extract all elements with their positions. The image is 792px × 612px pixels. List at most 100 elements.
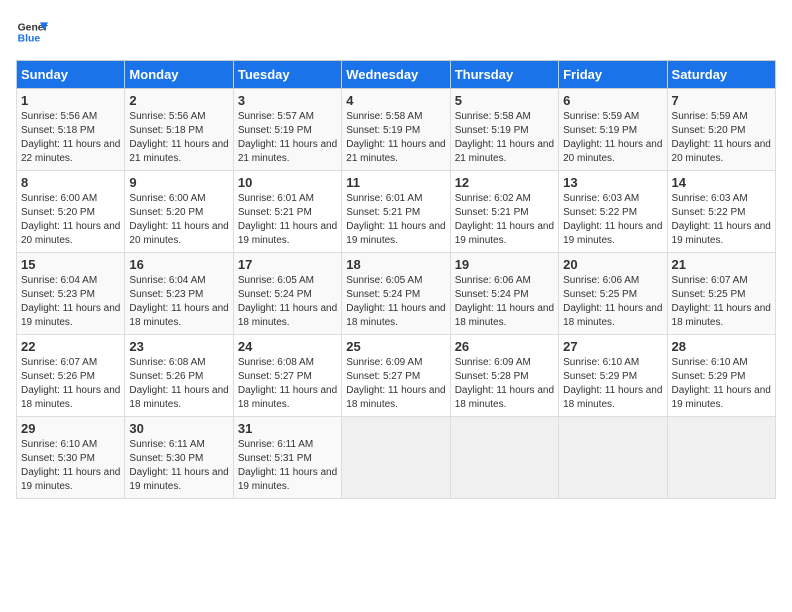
weekday-header-saturday: Saturday: [667, 61, 775, 89]
day-number: 5: [455, 93, 554, 108]
day-number: 16: [129, 257, 228, 272]
day-info: Sunrise: 5:59 AMSunset: 5:20 PMDaylight:…: [672, 110, 771, 166]
day-info: Sunrise: 6:01 AMSunset: 5:21 PMDaylight:…: [238, 192, 337, 248]
calendar-cell: 11 Sunrise: 6:01 AMSunset: 5:21 PMDayligh…: [342, 171, 450, 253]
header: General Blue: [16, 16, 776, 48]
day-number: 7: [672, 93, 771, 108]
calendar-cell: 4 Sunrise: 5:58 AMSunset: 5:19 PMDaylight…: [342, 89, 450, 171]
day-number: 12: [455, 175, 554, 190]
weekday-header-friday: Friday: [559, 61, 667, 89]
day-number: 29: [21, 421, 120, 436]
calendar-week-1: 1 Sunrise: 5:56 AMSunset: 5:18 PMDaylight…: [17, 89, 776, 171]
calendar-cell: 23Sunrise: 6:08 AMSunset: 5:26 PMDayligh…: [125, 335, 233, 417]
calendar-cell: [667, 417, 775, 499]
day-number: 11: [346, 175, 445, 190]
day-info: Sunrise: 6:10 AMSunset: 5:29 PMDaylight:…: [563, 356, 662, 412]
day-info: Sunrise: 6:06 AMSunset: 5:25 PMDaylight:…: [563, 274, 662, 330]
calendar-cell: 3Sunrise: 5:57 AMSunset: 5:19 PMDaylight…: [233, 89, 341, 171]
day-number: 4: [346, 93, 445, 108]
day-number: 21: [672, 257, 771, 272]
weekday-header-thursday: Thursday: [450, 61, 558, 89]
calendar-cell: 30 Sunrise: 6:11 AMSunset: 5:30 PMDayligh…: [125, 417, 233, 499]
calendar-cell: 2 Sunrise: 5:56 AMSunset: 5:18 PMDaylight…: [125, 89, 233, 171]
calendar-week-4: 22 Sunrise: 6:07 AMSunset: 5:26 PMDayligh…: [17, 335, 776, 417]
calendar-cell: [342, 417, 450, 499]
day-number: 25: [346, 339, 445, 354]
day-number: 8: [21, 175, 120, 190]
weekday-header-tuesday: Tuesday: [233, 61, 341, 89]
day-info: Sunrise: 5:58 AMSunset: 5:19 PMDaylight:…: [455, 110, 554, 166]
calendar-cell: 20 Sunrise: 6:06 AMSunset: 5:25 PMDayligh…: [559, 253, 667, 335]
calendar-cell: 31Sunrise: 6:11 AMSunset: 5:31 PMDayligh…: [233, 417, 341, 499]
calendar-cell: 8Sunrise: 6:00 AMSunset: 5:20 PMDaylight…: [17, 171, 125, 253]
day-number: 9: [129, 175, 228, 190]
weekday-header-monday: Monday: [125, 61, 233, 89]
day-number: 26: [455, 339, 554, 354]
day-info: Sunrise: 6:04 AMSunset: 5:23 PMDaylight:…: [129, 274, 228, 330]
day-number: 14: [672, 175, 771, 190]
calendar-cell: [559, 417, 667, 499]
day-info: Sunrise: 6:09 AMSunset: 5:28 PMDaylight:…: [455, 356, 554, 412]
calendar-cell: 1 Sunrise: 5:56 AMSunset: 5:18 PMDaylight…: [17, 89, 125, 171]
calendar-cell: 21 Sunrise: 6:07 AMSunset: 5:25 PMDayligh…: [667, 253, 775, 335]
day-info: Sunrise: 6:05 AMSunset: 5:24 PMDaylight:…: [238, 274, 337, 330]
day-number: 13: [563, 175, 662, 190]
day-number: 15: [21, 257, 120, 272]
day-number: 18: [346, 257, 445, 272]
calendar-cell: 9 Sunrise: 6:00 AMSunset: 5:20 PMDaylight…: [125, 171, 233, 253]
day-info: Sunrise: 6:01 AMSunset: 5:21 PMDaylight:…: [346, 192, 445, 248]
day-info: Sunrise: 6:08 AMSunset: 5:27 PMDaylight:…: [238, 356, 337, 412]
day-number: 1: [21, 93, 120, 108]
day-number: 19: [455, 257, 554, 272]
calendar-cell: 25 Sunrise: 6:09 AMSunset: 5:27 PMDayligh…: [342, 335, 450, 417]
day-info: Sunrise: 6:00 AMSunset: 5:20 PMDaylight:…: [129, 192, 228, 248]
calendar-week-5: 29Sunrise: 6:10 AMSunset: 5:30 PMDayligh…: [17, 417, 776, 499]
day-info: Sunrise: 6:02 AMSunset: 5:21 PMDaylight:…: [455, 192, 554, 248]
day-number: 22: [21, 339, 120, 354]
day-info: Sunrise: 6:11 AMSunset: 5:30 PMDaylight:…: [129, 438, 228, 494]
day-info: Sunrise: 5:56 AMSunset: 5:18 PMDaylight:…: [129, 110, 228, 166]
calendar-cell: 7 Sunrise: 5:59 AMSunset: 5:20 PMDaylight…: [667, 89, 775, 171]
day-info: Sunrise: 6:03 AMSunset: 5:22 PMDaylight:…: [672, 192, 771, 248]
day-info: Sunrise: 5:57 AMSunset: 5:19 PMDaylight:…: [238, 110, 337, 166]
day-info: Sunrise: 6:04 AMSunset: 5:23 PMDaylight:…: [21, 274, 120, 330]
day-info: Sunrise: 5:59 AMSunset: 5:19 PMDaylight:…: [563, 110, 662, 166]
calendar-cell: 10 Sunrise: 6:01 AMSunset: 5:21 PMDayligh…: [233, 171, 341, 253]
calendar-cell: 27 Sunrise: 6:10 AMSunset: 5:29 PMDayligh…: [559, 335, 667, 417]
calendar-cell: 17 Sunrise: 6:05 AMSunset: 5:24 PMDayligh…: [233, 253, 341, 335]
day-number: 24: [238, 339, 337, 354]
calendar-week-3: 15 Sunrise: 6:04 AMSunset: 5:23 PMDayligh…: [17, 253, 776, 335]
day-number: 30: [129, 421, 228, 436]
day-info: Sunrise: 5:56 AMSunset: 5:18 PMDaylight:…: [21, 110, 120, 166]
calendar-cell: 24 Sunrise: 6:08 AMSunset: 5:27 PMDayligh…: [233, 335, 341, 417]
day-info: Sunrise: 6:08 AMSunset: 5:26 PMDaylight:…: [129, 356, 228, 412]
day-number: 17: [238, 257, 337, 272]
day-number: 10: [238, 175, 337, 190]
svg-text:Blue: Blue: [18, 34, 41, 45]
day-info: Sunrise: 6:07 AMSunset: 5:26 PMDaylight:…: [21, 356, 120, 412]
calendar-cell: 15 Sunrise: 6:04 AMSunset: 5:23 PMDayligh…: [17, 253, 125, 335]
calendar-table: SundayMondayTuesdayWednesdayThursdayFrid…: [16, 60, 776, 499]
logo: General Blue: [16, 16, 48, 48]
day-number: 20: [563, 257, 662, 272]
calendar-cell: 18 Sunrise: 6:05 AMSunset: 5:24 PMDayligh…: [342, 253, 450, 335]
day-info: Sunrise: 6:10 AMSunset: 5:29 PMDaylight:…: [672, 356, 771, 412]
calendar-cell: 26 Sunrise: 6:09 AMSunset: 5:28 PMDayligh…: [450, 335, 558, 417]
calendar-cell: 28Sunrise: 6:10 AMSunset: 5:29 PMDayligh…: [667, 335, 775, 417]
calendar-cell: 5 Sunrise: 5:58 AMSunset: 5:19 PMDaylight…: [450, 89, 558, 171]
calendar-cell: 6Sunrise: 5:59 AMSunset: 5:19 PMDaylight…: [559, 89, 667, 171]
calendar-cell: 29Sunrise: 6:10 AMSunset: 5:30 PMDayligh…: [17, 417, 125, 499]
calendar-cell: 16 Sunrise: 6:04 AMSunset: 5:23 PMDayligh…: [125, 253, 233, 335]
day-number: 27: [563, 339, 662, 354]
calendar-cell: 12 Sunrise: 6:02 AMSunset: 5:21 PMDayligh…: [450, 171, 558, 253]
day-info: Sunrise: 6:07 AMSunset: 5:25 PMDaylight:…: [672, 274, 771, 330]
calendar-cell: [450, 417, 558, 499]
day-info: Sunrise: 6:05 AMSunset: 5:24 PMDaylight:…: [346, 274, 445, 330]
calendar-cell: 22 Sunrise: 6:07 AMSunset: 5:26 PMDayligh…: [17, 335, 125, 417]
calendar-cell: 13Sunrise: 6:03 AMSunset: 5:22 PMDayligh…: [559, 171, 667, 253]
day-info: Sunrise: 6:09 AMSunset: 5:27 PMDaylight:…: [346, 356, 445, 412]
day-info: Sunrise: 6:11 AMSunset: 5:31 PMDaylight:…: [238, 438, 337, 494]
day-number: 2: [129, 93, 228, 108]
day-info: Sunrise: 5:58 AMSunset: 5:19 PMDaylight:…: [346, 110, 445, 166]
weekday-header-wednesday: Wednesday: [342, 61, 450, 89]
